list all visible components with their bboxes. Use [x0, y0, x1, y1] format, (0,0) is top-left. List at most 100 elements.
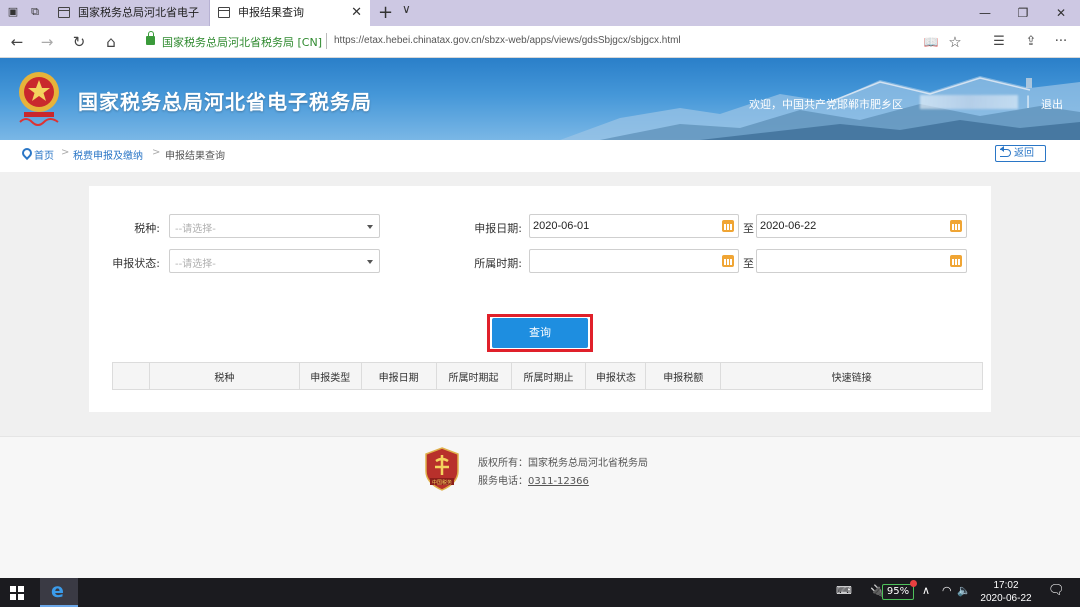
tax-type-label: 税种: — [134, 222, 160, 235]
wifi-icon[interactable]: ◠ — [942, 584, 952, 597]
query-button[interactable]: 查询 — [492, 318, 588, 348]
set-tabs-aside-icon[interactable]: ⧉ — [28, 5, 42, 19]
close-window-button[interactable]: ✕ — [1042, 0, 1080, 26]
logout-link[interactable]: 退出 — [1041, 96, 1063, 112]
url-divider — [326, 33, 327, 49]
column-header-decl-status: 申报状态 — [585, 362, 647, 390]
notifications-icon[interactable]: 🗨 — [1048, 583, 1065, 598]
edge-taskbar-button[interactable]: e — [40, 578, 78, 607]
badge-text: 中国税务 — [432, 479, 452, 486]
service-phone: 服务电话：0311-12366 — [478, 472, 589, 487]
browser-tab-bar: ▣ ⧉ 国家税务总局河北省电子税 申报结果查询 ✕ + ∨ — ❐ ✕ — [0, 0, 1080, 45]
column-header-checkbox — [112, 362, 150, 390]
share-icon[interactable]: ⇪ — [1020, 26, 1042, 58]
decl-status-select[interactable]: --请选择- — [169, 249, 380, 273]
reading-view-icon[interactable]: 📖 — [920, 26, 942, 58]
keyboard-icon[interactable]: ⌨ — [836, 584, 852, 597]
tax-emblem-icon — [19, 72, 59, 126]
tab-etax-home[interactable]: 国家税务总局河北省电子税 — [50, 0, 210, 45]
windows-start-icon[interactable] — [10, 586, 24, 600]
clock-date: 2020-06-22 — [980, 593, 1032, 604]
column-header-decl-date: 申报日期 — [360, 362, 437, 390]
result-table: 税种 申报类型 申报日期 所属时期起 所属时期止 申报状态 申报税额 快速链接 — [112, 362, 983, 390]
clock[interactable]: 17:02 2020-06-22 — [978, 579, 1034, 605]
copyright-text: 版权所有：国家税务总局河北省税务局 — [478, 458, 648, 469]
clock-time: 17:02 — [993, 580, 1019, 591]
phone-link[interactable]: 0311-12366 — [528, 476, 589, 487]
back-label: 返回 — [1014, 148, 1034, 159]
calendar-icon[interactable] — [950, 255, 962, 267]
decl-date-label: 申报日期: — [474, 222, 522, 235]
favorite-star-icon[interactable]: ☆ — [944, 26, 966, 58]
back-button[interactable]: 返回 — [995, 145, 1046, 162]
column-header-decl-amount: 申报税额 — [645, 362, 722, 390]
decl-status-placeholder: --请选择- — [175, 259, 216, 270]
refresh-button[interactable]: ↻ — [66, 26, 92, 58]
home-button[interactable]: ⌂ — [98, 26, 124, 58]
decl-date-to-value: 2020-06-22 — [760, 220, 817, 232]
breadcrumb-home[interactable]: 首页 — [34, 147, 54, 162]
breadcrumb-separator: > — [61, 147, 70, 158]
tax-type-placeholder: --请选择- — [175, 224, 216, 235]
table-header-row: 税种 申报类型 申报日期 所属时期起 所属时期止 申报状态 申报税额 快速链接 — [112, 362, 983, 390]
certificate-name[interactable]: 国家税务总局河北省税务局 [CN] — [162, 34, 322, 50]
back-button[interactable]: ← — [4, 26, 30, 58]
window-controls: — ❐ ✕ — [966, 0, 1080, 26]
site-header: 国家税务总局河北省电子税务局 欢迎，中国共产党邯郸市肥乡区 | 退出 — [0, 58, 1080, 140]
minimize-button[interactable]: — — [966, 0, 1004, 26]
china-tax-badge-icon: 中国税务 — [425, 447, 459, 491]
header-divider: | — [1026, 94, 1031, 108]
column-header-tax-type: 税种 — [148, 362, 300, 390]
breadcrumb-tax-declaration[interactable]: 税费申报及缴纳 — [73, 147, 143, 162]
calendar-icon[interactable] — [722, 255, 734, 267]
lock-icon — [146, 31, 155, 45]
decl-status-label: 申报状态: — [112, 257, 160, 270]
chevron-down-icon — [367, 225, 373, 232]
battery-alert-dot — [910, 580, 917, 587]
calendar-icon[interactable] — [950, 220, 962, 232]
return-arrow-icon — [1000, 146, 1011, 157]
site-footer: 中国税务 版权所有：国家税务总局河北省税务局 服务电话：0311-12366 — [0, 436, 1080, 578]
breadcrumb: 首页 > 税费申报及缴纳 > 申报结果查询 返回 — [0, 140, 1080, 172]
redacted-username — [920, 95, 1018, 109]
url-text[interactable]: https://etax.hebei.chinatax.gov.cn/sbzx-… — [334, 35, 681, 46]
phone-label: 服务电话： — [478, 476, 528, 487]
close-tab-icon[interactable]: ✕ — [351, 0, 362, 26]
period-to-input[interactable] — [756, 249, 967, 273]
breadcrumb-separator: > — [152, 147, 161, 158]
column-header-period-end: 所属时期止 — [510, 362, 587, 390]
edge-icon: e — [51, 580, 64, 602]
page-icon — [218, 7, 230, 18]
forward-button[interactable]: → — [34, 26, 60, 58]
tab-label: 申报结果查询 — [238, 6, 304, 19]
favorites-list-icon[interactable]: ☰ — [988, 26, 1010, 58]
tax-type-select[interactable]: --请选择- — [169, 214, 380, 238]
decl-date-to-input[interactable]: 2020-06-22 — [756, 214, 967, 238]
more-icon[interactable]: ··· — [1050, 26, 1072, 58]
column-header-quick-link: 快速链接 — [720, 362, 983, 390]
new-tab-button[interactable]: + — [378, 2, 393, 23]
page-icon — [58, 7, 70, 18]
location-pin-icon — [19, 145, 35, 161]
site-title: 国家税务总局河北省电子税务局 — [78, 90, 372, 114]
address-bar: ← → ↻ ⌂ 国家税务总局河北省税务局 [CN] https://etax.h… — [0, 26, 1080, 58]
volume-icon[interactable]: 🔈 — [957, 584, 971, 597]
column-header-period-start: 所属时期起 — [435, 362, 512, 390]
decl-date-from-value: 2020-06-01 — [533, 220, 590, 232]
decl-date-from-input[interactable]: 2020-06-01 — [529, 214, 739, 238]
column-header-decl-type: 申报类型 — [298, 362, 362, 390]
tab-actions: ▣ ⧉ — [6, 5, 42, 19]
windows-taskbar: e ⌨ 🔌 95% ∧ ◠ 🔈 17:02 2020-06-22 🗨 — [0, 578, 1080, 607]
url-field[interactable]: 国家税务总局河北省税务局 [CN] https://etax.hebei.chi… — [138, 30, 970, 54]
show-hidden-icons-chevron-icon[interactable]: ∧ — [922, 584, 930, 597]
restore-button[interactable]: ❐ — [1004, 0, 1042, 26]
decl-date-to-label: 至 — [743, 222, 754, 235]
calendar-icon[interactable] — [722, 220, 734, 232]
chevron-down-icon — [367, 260, 373, 267]
period-to-label: 至 — [743, 257, 754, 270]
tab-list-chevron-icon[interactable]: ∨ — [402, 2, 411, 16]
tab-preview-icon[interactable]: ▣ — [6, 5, 20, 19]
battery-indicator[interactable]: 95% — [882, 584, 914, 600]
tab-declaration-result[interactable]: 申报结果查询 ✕ — [210, 0, 370, 26]
period-from-input[interactable] — [529, 249, 739, 273]
